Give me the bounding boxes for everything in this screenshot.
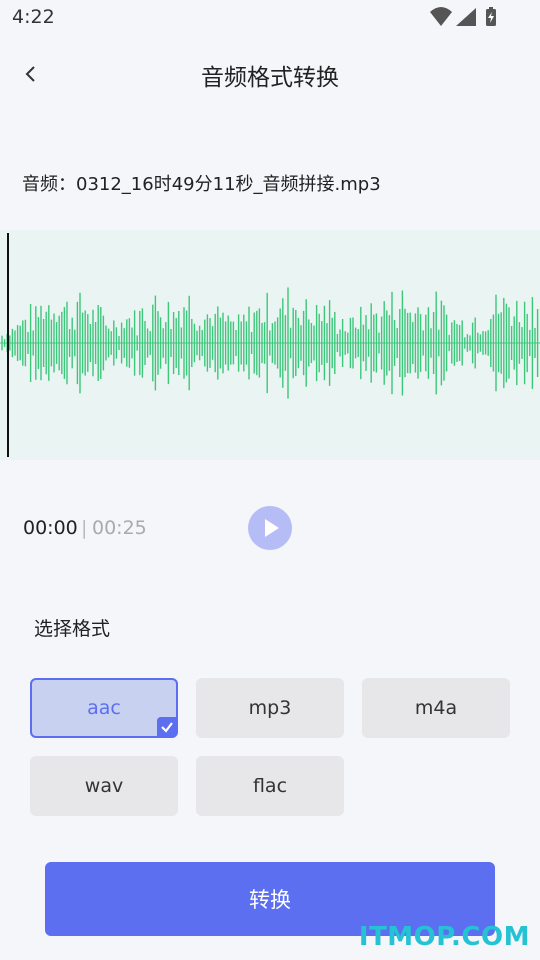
format-option-label: mp3 [248, 697, 292, 719]
status-bar: 4:22 [0, 0, 540, 36]
format-option-label: aac [87, 697, 121, 719]
wifi-icon [430, 7, 452, 26]
playhead[interactable] [7, 233, 9, 457]
current-time: 00:00 [23, 517, 78, 539]
format-option-label: m4a [414, 697, 458, 719]
format-section-label: 选择格式 [34, 618, 111, 640]
format-option-label: wav [84, 775, 124, 797]
signal-icon [456, 8, 476, 26]
page-title: 音频格式转换 [201, 65, 339, 91]
format-option-flac[interactable]: flac [196, 756, 344, 816]
convert-button-label: 转换 [249, 888, 291, 912]
play-icon [265, 519, 279, 537]
format-option-label: flac [252, 775, 288, 797]
format-option-mp3[interactable]: mp3 [196, 678, 344, 738]
time-separator: | [81, 517, 88, 539]
check-icon [157, 717, 177, 737]
total-time: 00:25 [92, 517, 147, 539]
battery-icon [486, 7, 496, 26]
audio-file-name: 音频：0312_16时49分11秒_音频拼接.mp3 [22, 174, 381, 195]
waveform-graph [0, 287, 540, 399]
status-icons [430, 6, 500, 28]
format-option-wav[interactable]: wav [30, 756, 178, 816]
watermark: ITMOP.COM [358, 922, 530, 952]
format-option-m4a[interactable]: m4a [362, 678, 510, 738]
format-option-aac[interactable]: aac [30, 678, 178, 738]
waveform[interactable] [0, 230, 540, 460]
play-button[interactable] [248, 506, 292, 550]
status-time: 4:22 [12, 6, 55, 28]
header: 音频格式转换 [0, 48, 540, 102]
